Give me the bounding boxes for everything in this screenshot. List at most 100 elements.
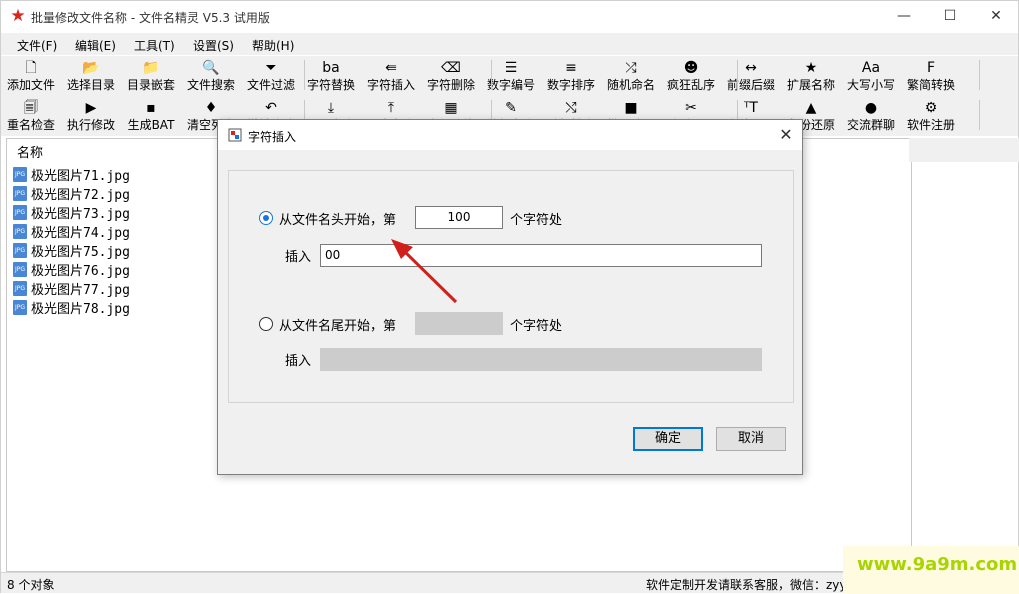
edit-icon: ✎ — [505, 100, 517, 116]
toolbar-label: 重名检查 — [6, 118, 55, 132]
menu-tools[interactable]: 工具(T) — [134, 37, 175, 54]
toolbar-label: 字符插入 — [366, 78, 415, 92]
toolbar-label: 前缀后缀 — [726, 78, 775, 92]
toolbar-button-filter[interactable]: ⏷ 文件过滤 — [241, 56, 301, 96]
chat-icon: ● — [864, 100, 878, 116]
from-start-label[interactable]: 从文件名头开始，第 — [279, 209, 396, 228]
export-icon: ⤒ — [387, 100, 395, 116]
site-watermark: www.9a9m.com — [843, 546, 1019, 594]
toolbar-button-case[interactable]: Aa 大写小写 — [841, 56, 901, 96]
import-icon: ⤓ — [327, 100, 335, 116]
jpg-file-icon: JPG — [13, 205, 27, 220]
toolbar-separator — [979, 100, 980, 130]
menu-file[interactable]: 文件(F) — [17, 37, 57, 54]
toolbar-label: 字符删除 — [426, 78, 475, 92]
toolbar-label: 文件过滤 — [246, 78, 295, 92]
contact-info: 软件定制开发请联系客服，微信：zyylov — [646, 578, 865, 592]
tools-icon: ✂ — [685, 100, 697, 116]
play-icon: ▶ — [85, 100, 97, 116]
toolbar-button-delete[interactable]: ⌫ 字符删除 — [421, 56, 481, 96]
toolbar-button-random[interactable]: ⤮ 随机命名 — [601, 56, 661, 96]
toolbar-label: 大写小写 — [846, 78, 895, 92]
toolbar-button-register[interactable]: ⚙ 软件注册 — [901, 96, 961, 136]
radio-from-end[interactable] — [259, 317, 273, 331]
jpg-file-icon: JPG — [13, 300, 27, 315]
menu-help[interactable]: 帮助(H) — [252, 37, 294, 54]
list-item[interactable]: JPG 极光图片72.jpg — [13, 184, 130, 203]
end-insert-label: 插入 — [285, 354, 312, 369]
toolbar-button-shuffle[interactable]: ☻ 疯狂乱序 — [661, 56, 721, 96]
toolbar-button-add-file[interactable]: 🗋 添加文件 — [1, 56, 61, 96]
toolbar-button-convert[interactable]: F 繁简转换 — [901, 56, 961, 96]
jpg-file-icon: JPG — [13, 281, 27, 296]
toolbar-label: 交流群聊 — [846, 118, 895, 132]
filter-icon: ⏷ — [265, 60, 277, 76]
toolbar-button-extension[interactable]: ★ 扩展名称 — [781, 56, 841, 96]
list-item[interactable]: JPG 极光图片71.jpg — [13, 165, 130, 184]
close-window-button[interactable]: ✕ — [973, 1, 1019, 31]
from-end-suffix: 个字符处 — [510, 319, 563, 334]
toolbar-button-duplicate-check[interactable]: 🗐 重名检查 — [1, 96, 61, 136]
grid-icon: ▦ — [444, 100, 458, 116]
duplicate-check-icon: 🗐 — [24, 100, 38, 116]
toolbar-label: 疯狂乱序 — [666, 78, 715, 92]
toolbar-button-search[interactable]: 🔍 文件搜索 — [181, 56, 241, 96]
numbering-icon: ☰ — [504, 60, 518, 76]
minimize-button[interactable]: — — [881, 1, 927, 31]
toolbar-button-chat[interactable]: ● 交流群聊 — [841, 96, 901, 136]
undo-icon: ↶ — [265, 100, 277, 116]
toolbar-separator — [304, 60, 305, 90]
toolbar-button-folder[interactable]: 📂 选择目录 — [61, 56, 121, 96]
menu-bar: 文件(F) 编辑(E) 工具(T) 设置(S) 帮助(H) — [1, 33, 1018, 55]
folder-icon: 📂 — [82, 60, 100, 76]
toolbar-button-numbering[interactable]: ☰ 数字编号 — [481, 56, 541, 96]
replace-icon: ba — [322, 60, 340, 76]
jpg-file-icon: JPG — [13, 167, 27, 182]
radio-from-start[interactable] — [259, 211, 273, 225]
side-panel — [909, 138, 1019, 162]
toolbar-button-prefix-suffix[interactable]: ↔ 前缀后缀 — [721, 56, 781, 96]
folder-create-icon: ■ — [624, 100, 638, 116]
menu-settings[interactable]: 设置(S) — [193, 37, 234, 54]
maximize-button[interactable]: ☐ — [927, 1, 973, 31]
ok-button[interactable]: 确定 — [633, 427, 703, 451]
end-position-input[interactable] — [415, 312, 503, 335]
toolbar-button-nested-folder[interactable]: 📁 目录嵌套 — [121, 56, 181, 96]
shuffle-icon: ☻ — [683, 60, 699, 76]
list-item[interactable]: JPG 极光图片76.jpg — [13, 260, 130, 279]
file-name: 极光图片73.jpg — [31, 207, 130, 222]
backup-icon: ▲ — [805, 100, 817, 116]
toolbar-label: 选择目录 — [66, 78, 115, 92]
toolbar-label: 执行修改 — [66, 118, 115, 132]
prefix-suffix-icon: ↔ — [745, 60, 757, 76]
list-item[interactable]: JPG 极光图片73.jpg — [13, 203, 130, 222]
toolbar-button-replace[interactable]: ba 字符替换 — [301, 56, 361, 96]
list-item[interactable]: JPG 极光图片77.jpg — [13, 279, 130, 298]
from-end-label[interactable]: 从文件名尾开始，第 — [279, 315, 396, 334]
search-icon: 🔍 — [202, 60, 220, 76]
start-position-input[interactable]: 100 — [415, 206, 503, 229]
toolbar-separator — [491, 60, 492, 90]
register-icon: ⚙ — [924, 100, 938, 116]
start-insert-label: 插入 — [285, 250, 312, 265]
cancel-button[interactable]: 取消 — [716, 427, 786, 451]
dialog-title-bar: 字符插入 ✕ — [218, 120, 802, 150]
toolbar-button-play[interactable]: ▶ 执行修改 — [61, 96, 121, 136]
toolbar-primary: 🗋 添加文件 📂 选择目录 📁 目录嵌套 🔍 文件搜索 ⏷ 文件过滤 ba 字符替换 ⇚ 字符插入 ⌫ 字符删… — [1, 56, 1018, 96]
column-name-header[interactable]: 名称 — [17, 142, 43, 161]
list-item[interactable]: JPG 极光图片75.jpg — [13, 241, 130, 260]
file-name: 极光图片74.jpg — [31, 226, 130, 241]
toolbar-button-terminal[interactable]: ▪ 生成BAT — [121, 96, 181, 136]
end-insert-input[interactable] — [320, 348, 762, 371]
list-item[interactable]: JPG 极光图片74.jpg — [13, 222, 130, 241]
insert-icon: ⇚ — [385, 60, 397, 76]
jpg-file-icon: JPG — [13, 224, 27, 239]
toolbar-button-insert[interactable]: ⇚ 字符插入 — [361, 56, 421, 96]
extension-icon: ★ — [804, 60, 818, 76]
dialog-close-button[interactable]: ✕ — [776, 125, 796, 145]
random-sort-icon: ⤭ — [565, 100, 577, 116]
toolbar-label: 文件搜索 — [186, 78, 235, 92]
toolbar-button-sort[interactable]: ≡ 数字排序 — [541, 56, 601, 96]
list-item[interactable]: JPG 极光图片78.jpg — [13, 298, 130, 317]
menu-edit[interactable]: 编辑(E) — [75, 37, 116, 54]
